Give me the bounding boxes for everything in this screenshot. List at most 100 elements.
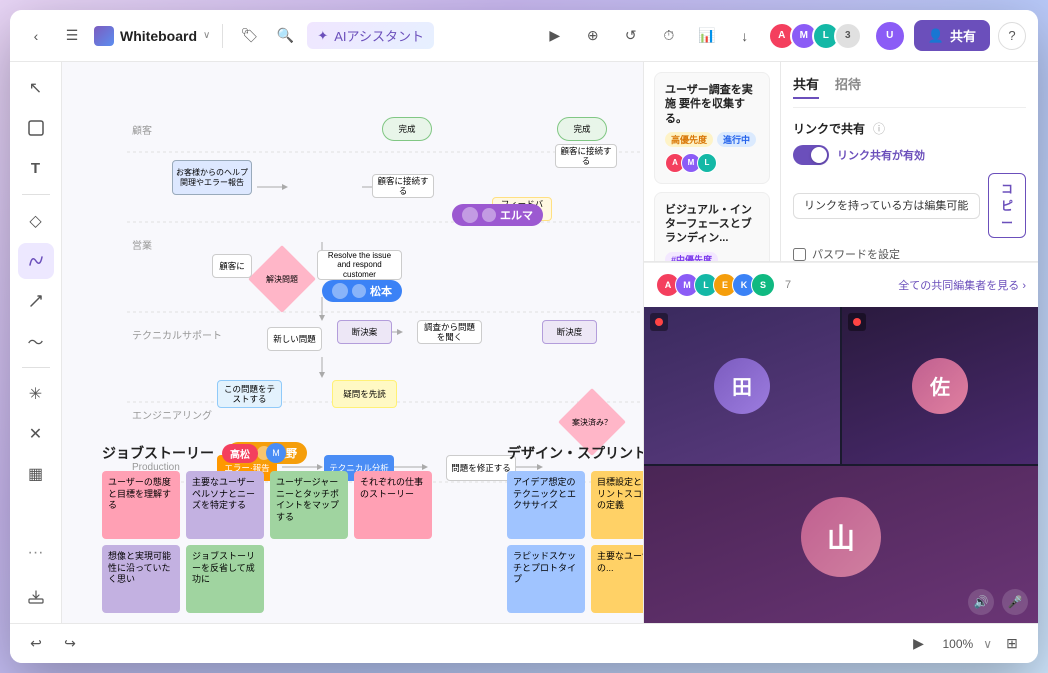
zoom-dropdown[interactable]: ∨ [983, 637, 992, 651]
search-button[interactable]: 🔍 [271, 22, 299, 50]
share-settings-panel: 共有 招待 リンクで共有 ⓘ リンク共有が有効 [781, 62, 1038, 261]
draw-tool[interactable] [18, 243, 54, 279]
text-tool[interactable]: T [18, 150, 54, 186]
collaborators-section: A M L E K S 7 全ての共同編集者を見る › [644, 262, 1038, 307]
node-test: この問題をテストする [217, 380, 282, 408]
job-stories-notes: ユーザーの態度と目標を理解する 主要なユーザーペルソナとニーズを特定する ユーザ… [102, 471, 482, 613]
collab-avatars: A M L E K S [656, 273, 775, 297]
timer-button[interactable]: ↺ [616, 21, 646, 51]
share-icon: 👤 [928, 28, 944, 44]
task-card-2-tags: #中優先度 進行中 [665, 252, 759, 261]
more-button[interactable]: ↓ [730, 21, 760, 51]
task-card-1[interactable]: ユーザー調査を実施 要件を収集する。 高優先度 進行中 A M L [654, 72, 770, 184]
video-avatar-2: 佐 [912, 358, 968, 414]
job-stories-title: ジョブストーリー [102, 443, 214, 463]
wave-tool[interactable]: 〜 [18, 323, 54, 359]
badge-elma: エルマ [452, 204, 543, 226]
play-button[interactable]: ▶ [540, 21, 570, 51]
chevron-icon: ∨ [203, 30, 210, 41]
job-stories-avatar: M [266, 443, 286, 463]
password-checkbox[interactable] [793, 248, 806, 261]
tab-share[interactable]: 共有 [793, 74, 819, 99]
section-eng: エンジニアリング [132, 407, 212, 422]
task-cards: ユーザー調査を実施 要件を収集する。 高優先度 進行中 A M L [644, 62, 781, 261]
task-card-2[interactable]: ビジュアル・インターフェースとブランディン... #中優先度 進行中 A M L… [654, 192, 770, 261]
node-solved: 案決済み？ [567, 397, 617, 447]
tag-button[interactable]: 🏷 [235, 22, 263, 50]
help-button[interactable]: ? [998, 22, 1026, 50]
node-resolved: 解決問題 [257, 254, 307, 304]
chart-button[interactable]: 📊 [692, 21, 722, 51]
copy-link-button[interactable]: コピー [988, 173, 1026, 238]
share-button[interactable]: 👤 共有 [914, 20, 990, 51]
right-top: ユーザー調査を実施 要件を収集する。 高優先度 進行中 A M L [644, 62, 1038, 262]
logo-area[interactable]: Whiteboard ∨ [94, 26, 210, 46]
header: ‹ ☰ Whiteboard ∨ 🏷 🔍 ✦ AIアシスタント ▶ ⊕ ↺ ⏱ … [10, 10, 1038, 62]
app-logo-icon [94, 26, 114, 46]
redo-button[interactable]: ↪ [56, 630, 84, 658]
node-resolve-text: Resolve the issue and respond customer [317, 250, 402, 280]
connect-tool[interactable] [18, 283, 54, 319]
menu-button[interactable]: ☰ [58, 22, 86, 50]
share-tabs: 共有 招待 [793, 74, 1026, 108]
layers-tool[interactable]: ▦ [18, 456, 54, 492]
link-permission-select[interactable]: リンクを持っている方は編集可能 [793, 193, 980, 219]
node-workaround: 疑問を先読 [332, 380, 397, 408]
job-stories-header: ジョブストーリー 高松 M [102, 443, 482, 463]
see-all-collaborators[interactable]: 全ての共同編集者を見る › [898, 277, 1026, 293]
special-tool-1[interactable]: ✳ [18, 376, 54, 412]
undo-button[interactable]: ↩ [22, 630, 50, 658]
toggle-label: リンク共有が有効 [837, 147, 925, 163]
node-new-issue: 新しい問題 [267, 327, 322, 351]
shapes-tool[interactable]: ◇ [18, 203, 54, 239]
ai-label: AIアシスタント [334, 26, 424, 45]
sticky-1: ユーザーの態度と目標を理解する [102, 471, 180, 539]
task-card-2-title: ビジュアル・インターフェースとブランディン... [665, 203, 759, 246]
sticky-2: 主要なユーザーペルソナとニーズを特定する [186, 471, 264, 539]
design-sprint-header: デザイン・スプリント：Day 1 Anna [507, 443, 643, 463]
video-avatar-3: 山 [801, 497, 881, 577]
badge-elma-name: エルマ [500, 207, 533, 223]
toolbar-separator-2 [22, 367, 50, 368]
video-grid: 田 佐 山 [644, 307, 1038, 623]
collab-avatar-6: S [751, 273, 775, 297]
tab-invite[interactable]: 招待 [835, 74, 861, 99]
task-card-1-title: ユーザー調査を実施 要件を収集する。 [665, 83, 759, 126]
share-info-icon: ⓘ [873, 120, 885, 137]
video-rec-2 [848, 313, 866, 331]
current-user-avatar: U [874, 20, 906, 52]
present-button[interactable]: ▶ [905, 630, 933, 658]
avatar-count: 3 [834, 22, 862, 50]
password-row: パスワードを設定 [793, 246, 1026, 262]
sprint-sticky-1: アイデア想定のテクニックとエクササイズ [507, 471, 585, 539]
rec-dot-2 [853, 318, 861, 326]
link-select-row: リンクを持っている方は編集可能 コピー [793, 173, 1026, 238]
frame-tool[interactable] [18, 110, 54, 146]
history-button[interactable]: ⏱ [654, 21, 684, 51]
node-connect-2: 顧客に接続する [555, 144, 617, 168]
speaker-btn[interactable]: 🔊 [968, 589, 994, 615]
task-avatar-1c: L [697, 153, 717, 173]
canvas-area[interactable]: 顧客 営業 テクニカルサポート エンジニアリング Production お客様か… [62, 62, 643, 623]
node-connect-customer-3: 顧客に [212, 254, 252, 278]
node-help: お客様からのヘルプ関理やエラー報告 [172, 160, 252, 195]
link-share-toggle[interactable] [793, 145, 829, 165]
share-link-label: リンクで共有 [793, 120, 865, 137]
cursor-tool[interactable]: ↖ [18, 70, 54, 106]
section-customer: 顧客 [132, 122, 152, 137]
design-sprint-section: デザイン・スプリント：Day 1 Anna アイデア想定のテクニックとエクササイ… [507, 443, 643, 613]
header-right: ▶ ⊕ ↺ ⏱ 📊 ↓ A M L 3 U 👤 共有 ? [540, 20, 1026, 52]
badge-matsumoto: 松本 [322, 280, 402, 302]
ai-assistant-button[interactable]: ✦ AIアシスタント [307, 22, 434, 49]
cursor-tool-button[interactable]: ⊕ [578, 21, 608, 51]
task-card-1-avatars: A M L [665, 153, 759, 173]
node-listen: 調査から問題を聞く [417, 320, 482, 344]
export-tool[interactable] [18, 579, 54, 615]
back-button[interactable]: ‹ [22, 22, 50, 50]
special-tool-2[interactable]: ✕ [18, 416, 54, 452]
left-toolbar: ↖ T ◇ 〜 ✳ ✕ ▦ ··· [10, 62, 62, 623]
more-tools[interactable]: ··· [18, 535, 54, 571]
mute-btn[interactable]: 🎤 [1002, 589, 1028, 615]
tag-in-progress-1: 進行中 [717, 132, 756, 147]
grid-button[interactable]: ⊞ [998, 630, 1026, 658]
